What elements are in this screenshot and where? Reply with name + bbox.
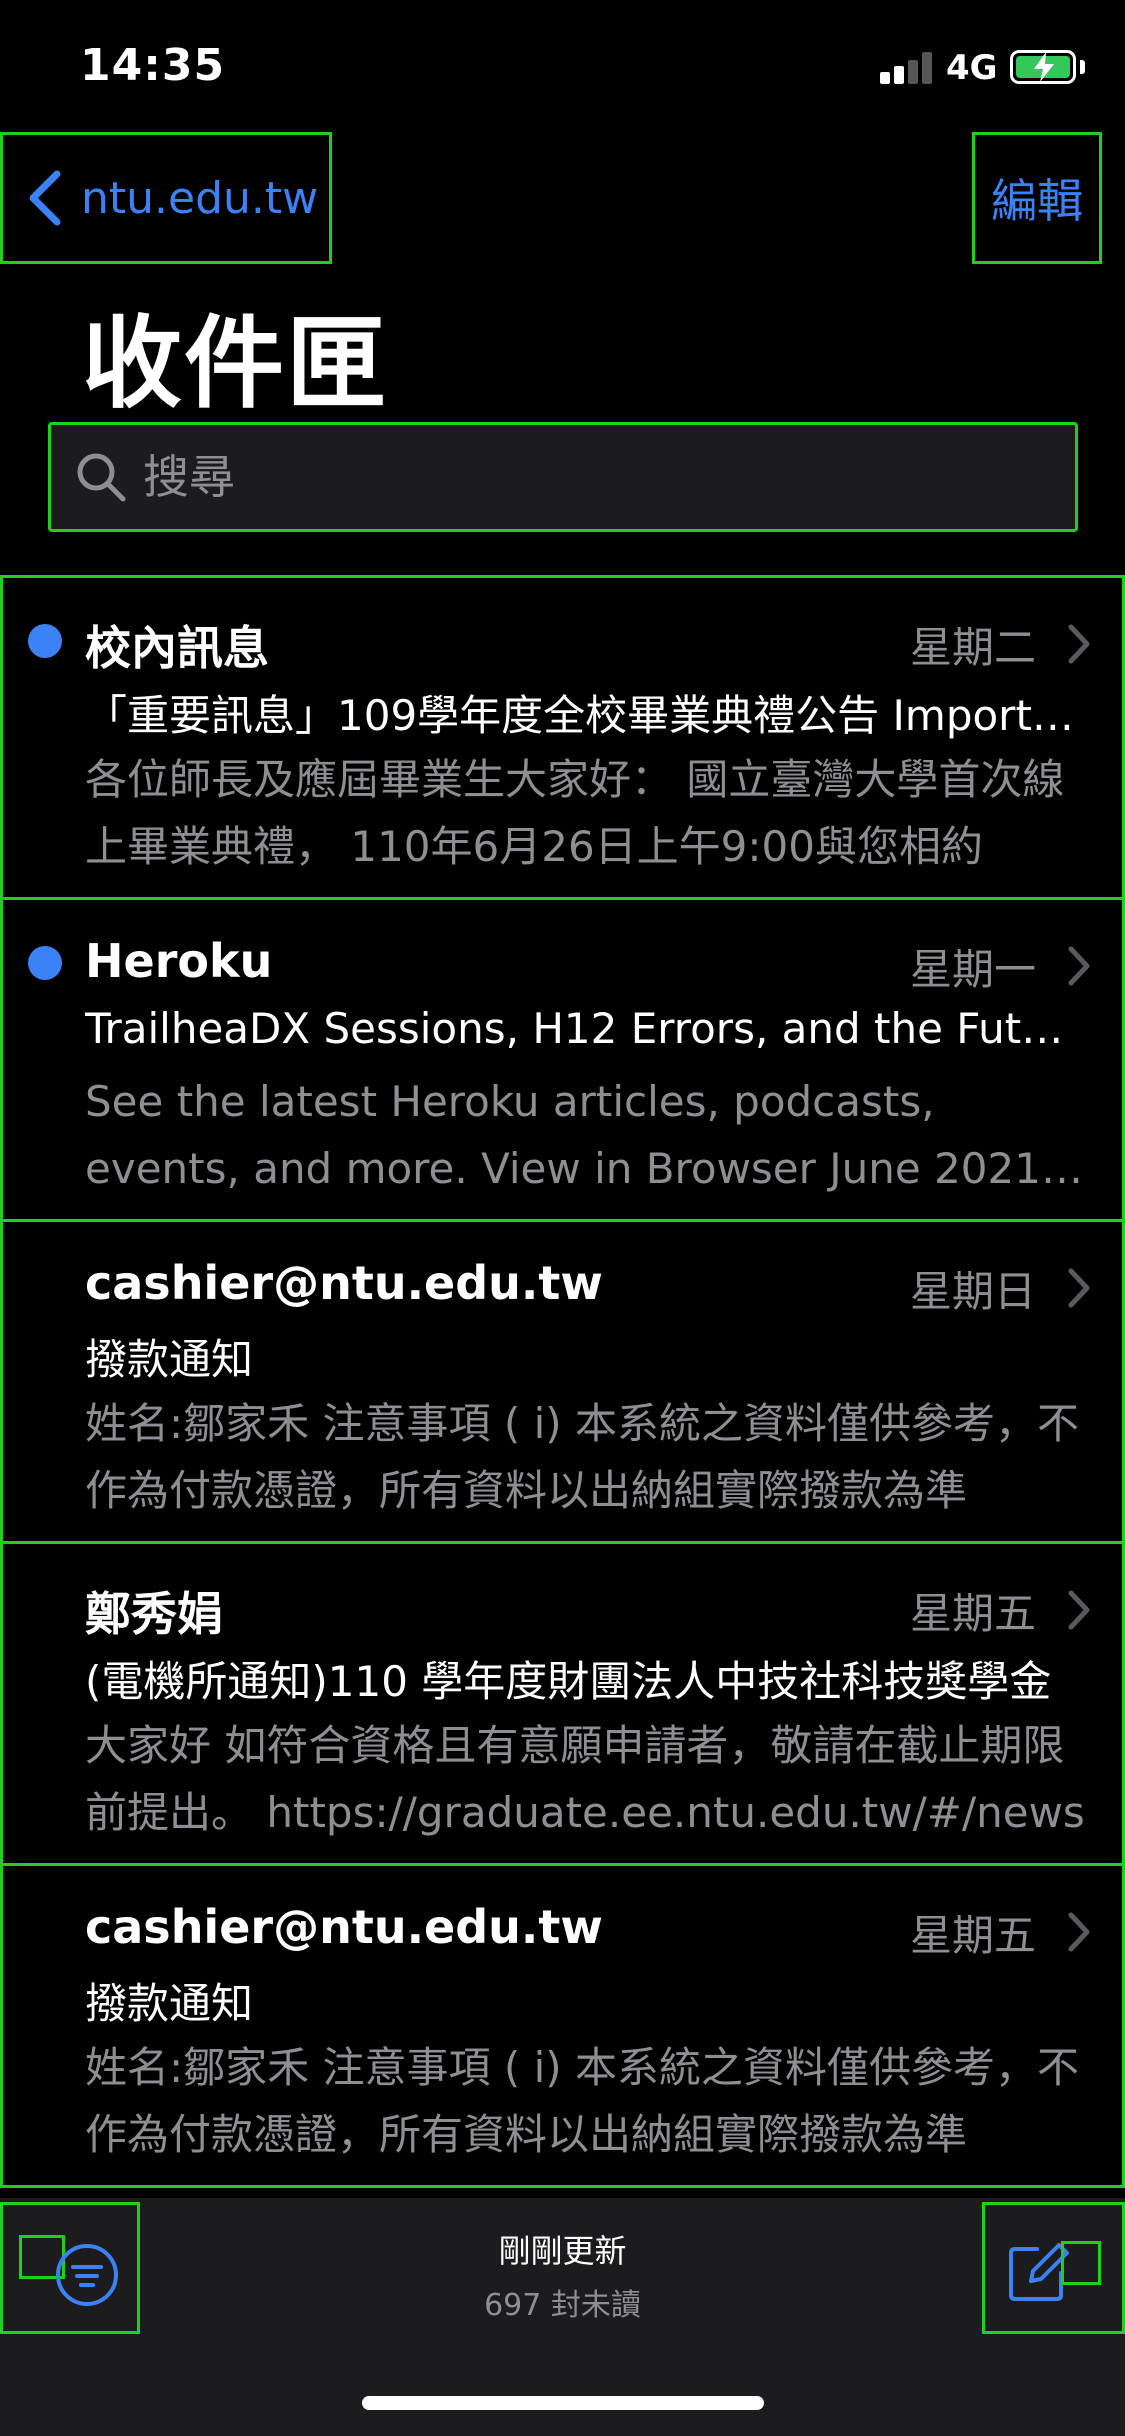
page-title: 收件匣 — [82, 305, 388, 422]
mail-sender: cashier@ntu.edu.tw — [85, 1256, 603, 1310]
chevron-right-icon — [1068, 624, 1090, 664]
unread-dot-icon — [28, 946, 62, 980]
mail-date: 星期日 — [909, 1267, 1036, 1316]
mail-preview: 各位師長及應屆畢業生大家好： 國立臺灣大學首次線上畢業典禮， 110年6月26日… — [85, 755, 1065, 871]
mail-subject: 撥款通知 — [85, 1335, 254, 1384]
mail-list: 校內訊息 星期二 「重要訊息」109學年度全校畢業典禮公告 Important … — [0, 575, 1125, 2188]
compose-overlay-box — [1061, 2241, 1101, 2285]
compose-button[interactable] — [982, 2202, 1125, 2334]
back-button[interactable]: ntu.edu.tw — [0, 132, 332, 264]
mail-row[interactable]: 校內訊息 星期二 「重要訊息」109學年度全校畢業典禮公告 Important … — [0, 575, 1125, 900]
home-indicator[interactable] — [362, 2396, 764, 2410]
mail-subject: (電機所通知)110 學年度財團法人中技社科技獎學金 — [85, 1657, 1052, 1706]
cellular-signal-icon — [880, 52, 932, 84]
edit-button[interactable]: 編輯 — [972, 132, 1102, 264]
mail-date: 星期一 — [909, 945, 1036, 994]
mail-preview: See the latest Heroku articles, podcasts… — [85, 1077, 1041, 1193]
mail-subject: TrailheaDX Sessions, H12 Errors, and the… — [85, 1004, 1085, 1053]
mail-preview: 大家好 如符合資格且有意願申請者，敬請在截止期限前提出。 https://gra… — [85, 1721, 1085, 1837]
mail-sender: 鄭秀娟 — [85, 1587, 223, 1641]
search-icon — [77, 453, 126, 502]
search-input[interactable] — [143, 450, 1043, 504]
battery-charging-icon — [1010, 50, 1076, 84]
mail-sender: cashier@ntu.edu.tw — [85, 1900, 603, 1954]
mail-preview: 姓名:鄒家禾 注意事項 ( i) 本系統之資料僅供參考，不作為付款憑證，所有資料… — [85, 2043, 1079, 2159]
mail-sender: 校內訊息 — [85, 621, 269, 675]
mail-date: 星期二 — [909, 623, 1036, 672]
mail-row[interactable]: cashier@ntu.edu.tw 星期五 撥款通知 姓名:鄒家禾 注意事項 … — [0, 1863, 1125, 2188]
updated-text: 剛剛更新 — [498, 2232, 627, 2270]
toolbar-status: 剛剛更新 697 封未讀 — [0, 2226, 1125, 2324]
chevron-right-icon — [1068, 946, 1090, 986]
mail-row[interactable]: cashier@ntu.edu.tw 星期日 撥款通知 姓名:鄒家禾 注意事項 … — [0, 1219, 1125, 1544]
unread-count: 697 封未讀 — [484, 2288, 641, 2323]
chevron-right-icon — [1068, 1912, 1090, 1952]
status-time: 14:35 — [80, 40, 226, 91]
search-bar[interactable] — [48, 422, 1078, 532]
mail-row[interactable]: 鄭秀娟 星期五 (電機所通知)110 學年度財團法人中技社科技獎學金 大家好 如… — [0, 1541, 1125, 1866]
unread-dot-icon — [28, 624, 62, 658]
mail-subject: 撥款通知 — [85, 1979, 254, 2028]
mail-date: 星期五 — [909, 1589, 1036, 1638]
chevron-right-icon — [1068, 1268, 1090, 1308]
mail-subject: 「重要訊息」109學年度全校畢業典禮公告 Important Notice — [85, 691, 1085, 740]
compose-icon — [1009, 2243, 1069, 2301]
network-type: 4G — [946, 48, 998, 88]
back-button-label: ntu.edu.tw — [81, 172, 319, 224]
mail-sender: Heroku — [85, 934, 273, 988]
status-bar: 14:35 4G — [0, 0, 1125, 130]
chevron-left-icon — [29, 170, 61, 226]
mail-row[interactable]: Heroku 星期一 TrailheaDX Sessions, H12 Erro… — [0, 897, 1125, 1222]
mail-preview: 姓名:鄒家禾 注意事項 ( i) 本系統之資料僅供參考，不作為付款憑證，所有資料… — [85, 1399, 1079, 1515]
mail-date: 星期五 — [909, 1911, 1036, 1960]
chevron-right-icon — [1068, 1590, 1090, 1630]
battery-nub — [1080, 60, 1085, 74]
